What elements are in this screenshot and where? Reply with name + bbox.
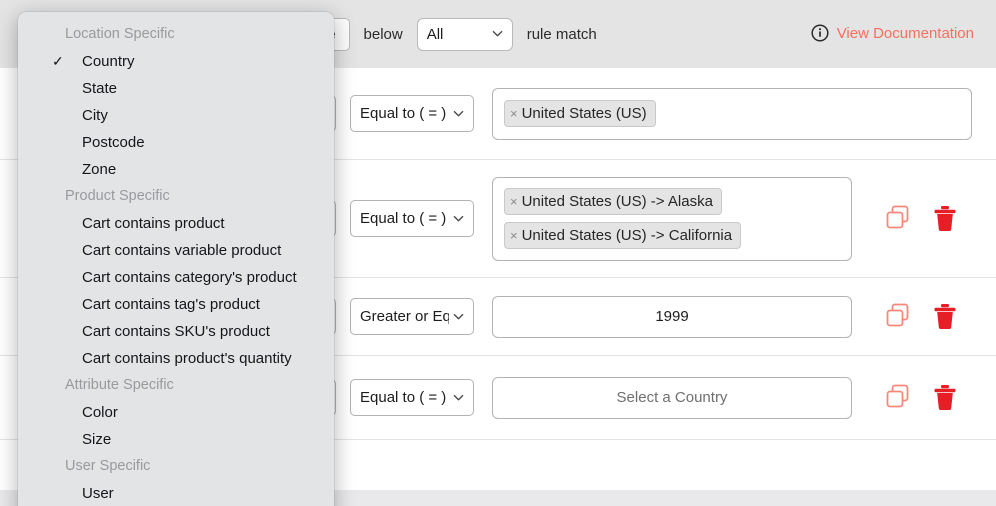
- menu-group-header: User Specific: [18, 453, 334, 480]
- view-documentation-link[interactable]: View Documentation: [811, 24, 974, 42]
- selected-chip: × United States (US) -> Alaska: [504, 188, 722, 215]
- rule-operator-value: Equal to ( = ): [360, 389, 446, 406]
- menu-item[interactable]: ✓ Country: [18, 48, 334, 75]
- menu-item[interactable]: Color: [18, 399, 334, 426]
- menu-item-label: Cart contains tag's product: [82, 296, 260, 313]
- rule-operator-value: Equal to ( = ): [360, 105, 446, 122]
- menu-item-label: State: [82, 80, 117, 97]
- view-documentation-label: View Documentation: [837, 25, 974, 42]
- menu-item-label: Cart contains product: [82, 215, 225, 232]
- header-below-text: below: [364, 26, 403, 43]
- menu-item-label: Cart contains SKU's product: [82, 323, 270, 340]
- menu-group-header: Product Specific: [18, 183, 334, 210]
- info-circle-icon: [811, 24, 829, 42]
- menu-item-label: Cart contains category's product: [82, 269, 297, 286]
- rule-value-multiselect[interactable]: × United States (US) -> Alaska × United …: [492, 177, 852, 261]
- header-rule-match-text: rule match: [527, 26, 597, 43]
- menu-item[interactable]: Cart contains category's product: [18, 264, 334, 291]
- rule-operator-select[interactable]: Equal to ( = ): [350, 200, 474, 237]
- chevron-down-icon: [492, 28, 503, 39]
- row-actions: [886, 303, 958, 330]
- rule-type-dropdown-menu[interactable]: Location Specific ✓ Country State City Postco…: [18, 12, 334, 506]
- menu-item[interactable]: User: [18, 480, 334, 506]
- rule-operator-value: Equal to ( = ): [360, 210, 446, 227]
- menu-item-label: Cart contains variable product: [82, 242, 281, 259]
- menu-item[interactable]: Postcode: [18, 129, 334, 156]
- row-actions: [886, 205, 958, 232]
- chip-remove-icon[interactable]: ×: [510, 195, 518, 208]
- chip-remove-icon[interactable]: ×: [510, 107, 518, 120]
- chevron-down-icon: [453, 311, 464, 322]
- rule-value-placeholder: Select a Country: [617, 389, 728, 406]
- rule-value-text: 1999: [655, 308, 688, 325]
- menu-item-label: Zone: [82, 161, 116, 178]
- chip-remove-icon[interactable]: ×: [510, 229, 518, 242]
- menu-item-label: City: [82, 107, 108, 124]
- menu-item-label: Size: [82, 431, 111, 448]
- menu-item-label: Cart contains product's quantity: [82, 350, 292, 367]
- menu-group-header: Attribute Specific: [18, 372, 334, 399]
- menu-item[interactable]: Cart contains SKU's product: [18, 318, 334, 345]
- selected-chip: × United States (US) -> California: [504, 222, 741, 249]
- check-icon: ✓: [52, 52, 64, 71]
- copy-icon[interactable]: [886, 205, 912, 232]
- rule-operator-select[interactable]: Equal to ( = ): [350, 379, 474, 416]
- chevron-down-icon: [453, 392, 464, 403]
- row-actions: [886, 384, 958, 411]
- rule-operator-select[interactable]: Greater or Equal: [350, 298, 474, 335]
- menu-item[interactable]: Cart contains product: [18, 210, 334, 237]
- trash-icon[interactable]: [932, 205, 958, 232]
- menu-item-label: Country: [82, 53, 135, 70]
- chevron-down-icon: [453, 213, 464, 224]
- chip-label: United States (US) -> Alaska: [522, 193, 713, 210]
- chip-label: United States (US) -> California: [522, 227, 733, 244]
- rule-operator-select[interactable]: Equal to ( = ): [350, 95, 474, 132]
- menu-group-header: Location Specific: [18, 21, 334, 48]
- screen: Rule below All rule match View Docu: [0, 0, 996, 506]
- trash-icon[interactable]: [932, 303, 958, 330]
- copy-icon[interactable]: [886, 303, 912, 330]
- menu-item[interactable]: State: [18, 75, 334, 102]
- menu-item[interactable]: Cart contains variable product: [18, 237, 334, 264]
- rule-value-input[interactable]: 1999: [492, 296, 852, 338]
- selected-chip: × United States (US): [504, 100, 656, 127]
- menu-item[interactable]: Zone: [18, 156, 334, 183]
- match-type-select[interactable]: All: [417, 18, 513, 51]
- menu-item-label: Color: [82, 404, 118, 421]
- trash-icon[interactable]: [932, 384, 958, 411]
- chevron-down-icon: [453, 108, 464, 119]
- menu-item[interactable]: City: [18, 102, 334, 129]
- menu-item-label: User: [82, 485, 114, 502]
- menu-item-label: Postcode: [82, 134, 145, 151]
- rule-operator-value: Greater or Equal: [360, 308, 449, 325]
- menu-item[interactable]: Size: [18, 426, 334, 453]
- copy-icon[interactable]: [886, 384, 912, 411]
- rule-value-multiselect[interactable]: × United States (US): [492, 88, 972, 140]
- chip-label: United States (US): [522, 105, 647, 122]
- rule-value-select[interactable]: Select a Country: [492, 377, 852, 419]
- menu-item[interactable]: Cart contains tag's product: [18, 291, 334, 318]
- menu-item[interactable]: Cart contains product's quantity: [18, 345, 334, 372]
- match-type-value: All: [427, 26, 444, 43]
